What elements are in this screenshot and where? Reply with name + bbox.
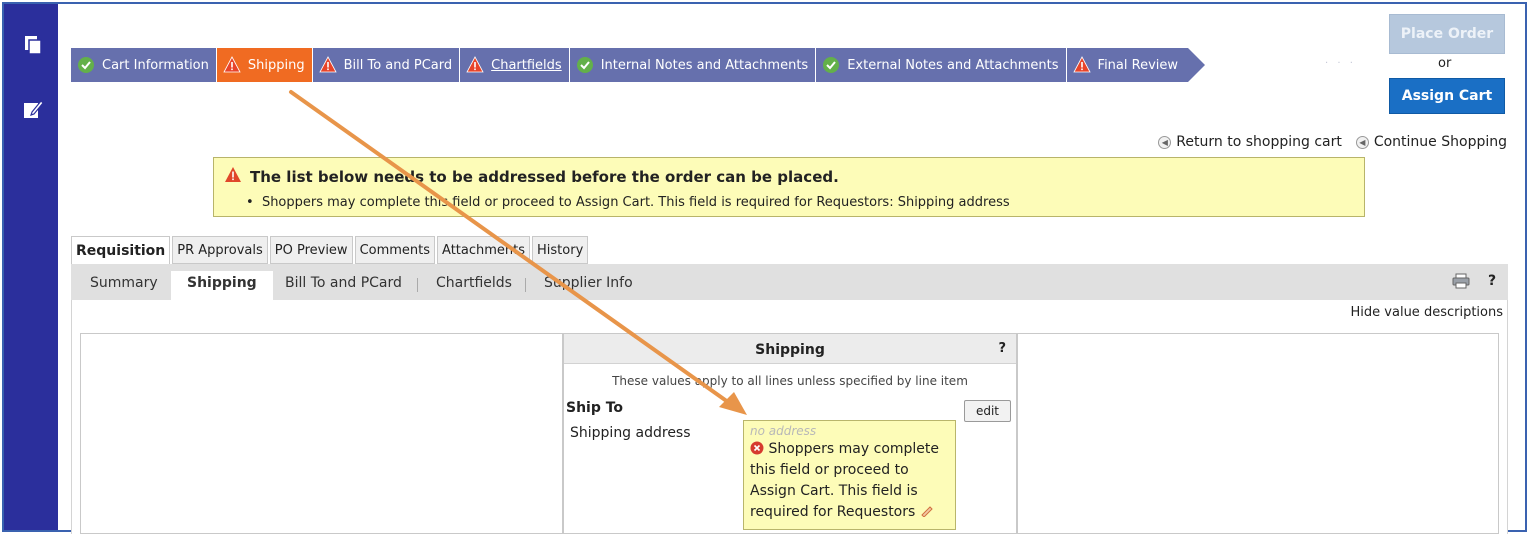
return-to-cart-link[interactable]: ◀ Return to shopping cart [1158, 134, 1342, 150]
step-label: Final Review [1097, 57, 1179, 73]
step-label: Chartfields [491, 57, 562, 73]
check-icon [77, 56, 95, 74]
check-icon [822, 56, 840, 74]
error-icon [750, 441, 764, 457]
documents-icon[interactable] [22, 34, 44, 56]
subtab-shipping[interactable]: Shipping [171, 271, 273, 300]
step-label: External Notes and Attachments [847, 57, 1059, 73]
ship-to-heading: Ship To [566, 400, 624, 416]
tab-divider [417, 278, 418, 292]
or-label: or [1438, 56, 1452, 71]
step-chartfields[interactable]: Chartfields [460, 48, 570, 82]
navigation-links: ◀ Return to shopping cart ◀ Continue Sho… [1158, 134, 1507, 150]
warning-icon [224, 166, 242, 187]
subtab-supplier-info[interactable]: Supplier Info [544, 275, 633, 291]
step-cart-information[interactable]: Cart Information [71, 48, 217, 82]
step-label: Internal Notes and Attachments [600, 57, 809, 73]
alert-title-text: The list below needs to be addressed bef… [250, 167, 839, 186]
tab-history[interactable]: History [532, 236, 589, 264]
continue-shopping-label: Continue Shopping [1373, 134, 1507, 150]
error-tooltip: no address Shoppers may complete this fi… [743, 420, 956, 530]
hide-value-descriptions-link[interactable]: Hide value descriptions [1351, 305, 1503, 320]
checkout-steps: Cart Information Shipping Bill To and PC… [71, 48, 1206, 82]
assign-cart-button[interactable]: Assign Cart [1389, 78, 1505, 114]
warning-icon [1072, 56, 1091, 74]
continue-shopping-link[interactable]: ◀ Continue Shopping [1355, 134, 1507, 150]
return-to-cart-label: Return to shopping cart [1176, 134, 1342, 150]
tab-comments[interactable]: Comments [354, 236, 436, 264]
no-address-placeholder: no address [750, 424, 817, 438]
step-shipping[interactable]: Shipping [216, 48, 313, 82]
shipping-help-icon[interactable]: ? [998, 341, 1006, 356]
warning-icon [223, 56, 241, 74]
alert-list-item: • Shoppers may complete this field or pr… [246, 195, 1010, 210]
error-message-text: Shoppers may complete this field or proc… [750, 441, 940, 520]
back-arrow-icon: ◀ [1355, 135, 1369, 149]
step-label: Bill To and PCard [343, 57, 453, 73]
main-tabs: Requisition PR Approvals PO Preview Comm… [71, 236, 590, 264]
subtab-bill-to-pcard[interactable]: Bill To and PCard [285, 275, 402, 291]
tab-pr-approvals[interactable]: PR Approvals [172, 236, 268, 264]
shipping-panel-header: Shipping ? [564, 334, 1016, 364]
edit-button[interactable]: edit [964, 400, 1011, 422]
alert-item-text: Shoppers may complete this field or proc… [261, 195, 1010, 210]
validation-alert: The list below needs to be addressed bef… [213, 157, 1365, 217]
tab-requisition[interactable]: Requisition [71, 236, 171, 264]
shipping-address-label: Shipping address [570, 425, 691, 441]
alert-title: The list below needs to be addressed bef… [224, 166, 839, 187]
shipping-panel-title: Shipping [755, 342, 825, 358]
pencil-icon[interactable] [920, 504, 934, 520]
edit-note-icon[interactable] [22, 98, 44, 120]
step-bill-to-pcard[interactable]: Bill To and PCard [312, 48, 461, 82]
warning-icon [318, 56, 337, 74]
warning-icon [466, 56, 484, 74]
sidebar [4, 4, 58, 530]
tab-divider [525, 278, 526, 292]
shipping-note: These values apply to all lines unless s… [612, 374, 968, 388]
step-final-review[interactable]: Final Review [1066, 48, 1206, 82]
print-icon[interactable] [1452, 273, 1470, 289]
step-external-notes[interactable]: External Notes and Attachments [816, 48, 1067, 82]
error-message: Shoppers may complete this field or proc… [750, 439, 949, 523]
tab-attachments[interactable]: Attachments [437, 236, 531, 264]
right-panel [1017, 333, 1499, 534]
tab-po-preview[interactable]: PO Preview [269, 236, 353, 264]
place-order-button[interactable]: Place Order [1389, 14, 1505, 54]
help-icon[interactable]: ? [1488, 273, 1496, 289]
subtab-chartfields[interactable]: Chartfields [436, 275, 512, 291]
back-arrow-icon: ◀ [1158, 135, 1172, 149]
sub-tabs: Summary Shipping Bill To and PCard Chart… [71, 264, 1508, 300]
check-icon [576, 56, 594, 74]
step-internal-notes[interactable]: Internal Notes and Attachments [569, 48, 817, 82]
step-label: Cart Information [102, 57, 209, 73]
steps-more-indicator: · · · [1325, 58, 1356, 69]
step-label: Shipping [247, 57, 305, 73]
left-panel [80, 333, 563, 534]
subtab-summary[interactable]: Summary [90, 275, 158, 291]
